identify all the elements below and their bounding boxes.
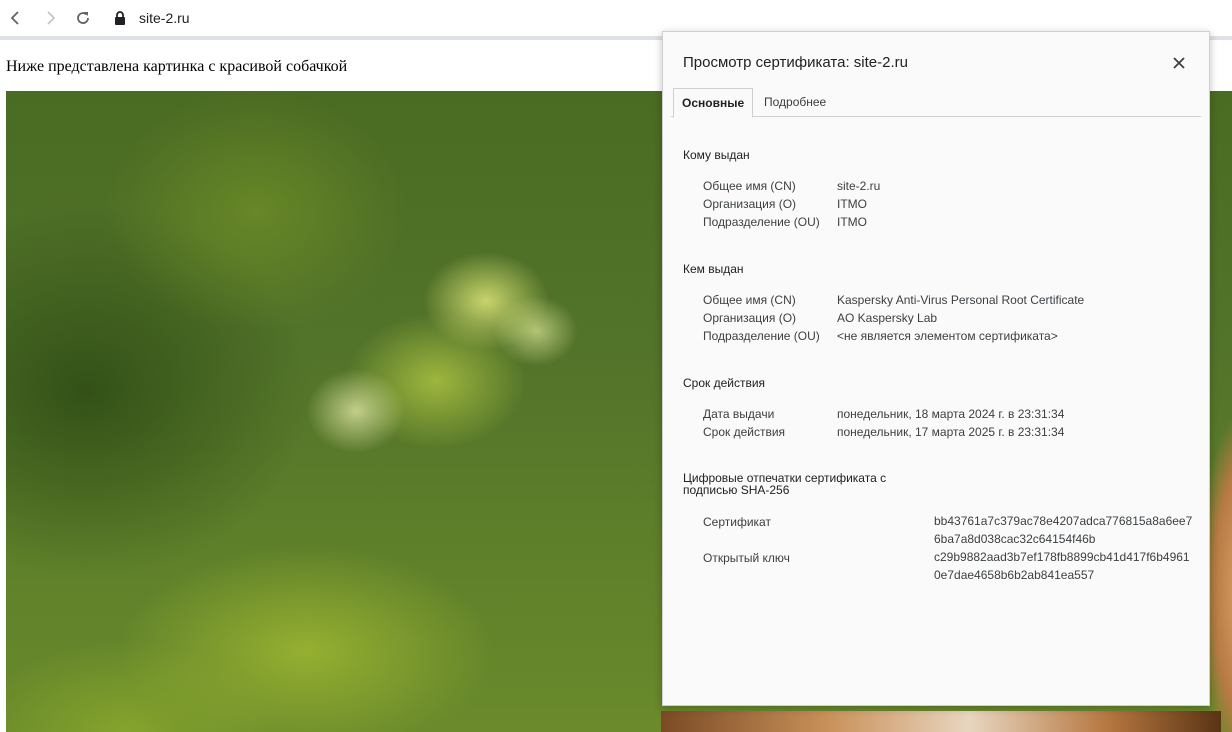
expiry-date-value: понедельник, 17 марта 2025 г. в 23:31:34 (837, 425, 1065, 439)
certificate-dialog: Просмотр сертификата: site-2.ru Основные… (662, 31, 1210, 706)
issued-by-ou-label: Подразделение (OU) (703, 329, 820, 343)
issued-by-cn-label: Общее имя (CN) (703, 293, 796, 307)
issued-to-cn-label: Общее имя (CN) (703, 179, 796, 193)
tab-general[interactable]: Основные (673, 88, 754, 118)
back-button[interactable] (6, 8, 26, 28)
cert-fingerprint-line1: bb43761a7c379ac78e4207adca776815a8a6ee7 (934, 514, 1193, 528)
issued-by-o-label: Организация (O) (703, 311, 797, 325)
fingerprints-heading: Цифровые отпечатки сертификата с подпись… (683, 472, 886, 496)
key-fingerprint-line2: 0e7dae4658b6b2ab841ea557 (934, 568, 1095, 582)
expiry-date-label: Срок действия (703, 425, 786, 439)
url-text[interactable]: site-2.ru (139, 10, 190, 26)
issued-by-o-value: AO Kaspersky Lab (837, 311, 938, 325)
close-button[interactable] (1169, 53, 1189, 73)
lock-icon[interactable] (113, 10, 127, 26)
back-arrow-icon (10, 11, 19, 25)
issued-to-ou-value: ITMO (837, 215, 867, 229)
key-fingerprint-value: c29b9882aad3b7ef178fb8899cb41d417f6b4961… (934, 548, 1194, 584)
issued-by-ou-value: <не является элементом сертификата> (837, 329, 1058, 343)
key-fingerprint-label: Открытый ключ (703, 551, 790, 565)
reload-icon (77, 12, 89, 24)
dog-fur-bottom (661, 711, 1221, 732)
forward-button[interactable] (40, 8, 60, 28)
issued-to-heading: Кому выдан (683, 148, 750, 162)
issue-date-value: понедельник, 18 марта 2024 г. в 23:31:34 (837, 407, 1065, 421)
close-icon (1173, 57, 1185, 69)
issued-to-o-label: Организация (O) (703, 197, 797, 211)
issue-date-label: Дата выдачи (703, 407, 775, 421)
fingerprints-heading-line2: подписью SHA-256 (683, 483, 790, 497)
tab-details[interactable]: Подробнее (756, 88, 834, 115)
key-fingerprint-line1: c29b9882aad3b7ef178fb8899cb41d417f6b4961 (934, 550, 1190, 564)
validity-heading: Срок действия (683, 376, 766, 390)
reload-button[interactable] (73, 8, 93, 28)
intro-text: Ниже представлена картинка с красивой со… (6, 58, 348, 75)
address-bar[interactable]: site-2.ru (113, 7, 190, 29)
tab-bar: Основные Подробнее (671, 88, 1201, 118)
issued-by-heading: Кем выдан (683, 262, 744, 276)
issued-to-cn-value: site-2.ru (837, 179, 881, 193)
cert-fingerprint-value: bb43761a7c379ac78e4207adca776815a8a6ee7 … (934, 512, 1194, 548)
issued-to-ou-label: Подразделение (OU) (703, 215, 820, 229)
cert-fingerprint-line2: 6ba7a8d038cac32c64154f46b (934, 532, 1096, 546)
issued-by-cn-value: Kaspersky Anti-Virus Personal Root Certi… (837, 293, 1085, 307)
issued-to-o-value: ITMO (837, 197, 867, 211)
cert-fingerprint-label: Сертификат (703, 515, 771, 529)
dialog-title: Просмотр сертификата: site-2.ru (683, 54, 908, 71)
forward-arrow-icon (47, 11, 56, 25)
